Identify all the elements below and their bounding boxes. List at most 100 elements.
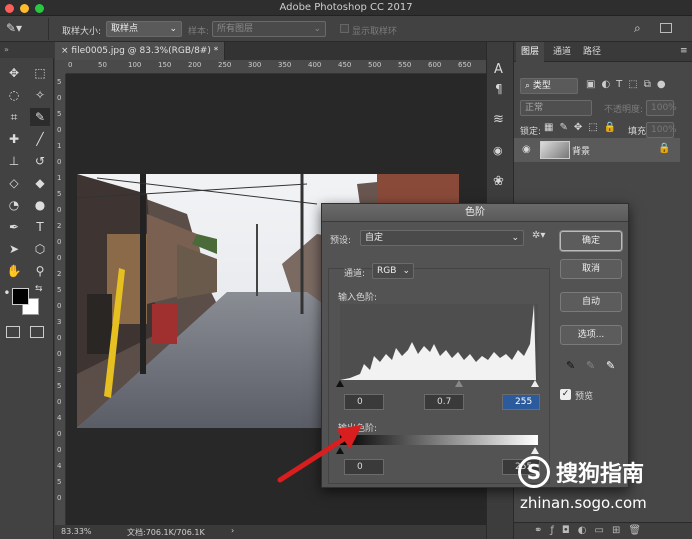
- close-tab-icon[interactable]: ×: [61, 46, 69, 56]
- vruler-tick-label: 0: [57, 94, 62, 102]
- document-tab[interactable]: × file0005.jpg @ 83.3%(RGB/8#) *: [55, 42, 225, 60]
- ruler-tick-label: 100: [128, 61, 142, 69]
- zoom-level[interactable]: 83.33%: [61, 527, 92, 536]
- paragraph-panel-icon[interactable]: ¶: [495, 82, 503, 96]
- hand-tool-icon[interactable]: ✋: [4, 262, 24, 280]
- vruler-tick-label: 5: [57, 382, 62, 390]
- paint-bucket-icon[interactable]: ◆: [30, 174, 50, 192]
- channel-label: 通道:: [344, 269, 366, 279]
- ruler-tick-label: 500: [368, 61, 382, 69]
- vruler-tick-label: 0: [57, 238, 62, 246]
- preview-checkbox[interactable]: ✓: [560, 389, 571, 400]
- vruler-tick-label: 0: [57, 446, 62, 454]
- ok-button[interactable]: 确定: [560, 231, 622, 251]
- quick-mask-icon[interactable]: [6, 326, 20, 338]
- dialog-title: 色阶: [322, 204, 628, 222]
- white-eyedropper-icon[interactable]: ✎: [606, 359, 615, 372]
- horizontal-ruler[interactable]: 0 50 100 150 200 250 300 350 400 450 500 550 600 650: [66, 60, 486, 74]
- ruler-tick-label: 150: [158, 61, 172, 69]
- black-eyedropper-icon[interactable]: ✎: [566, 359, 575, 372]
- vruler-tick-label: 0: [57, 158, 62, 166]
- sogou-logo-icon: S: [518, 456, 550, 488]
- layer-filter-label: 类型: [532, 81, 551, 91]
- white-point-slider[interactable]: [531, 380, 539, 387]
- histogram: [340, 304, 538, 380]
- input-slider-track[interactable]: [336, 380, 539, 390]
- input-gamma-field[interactable]: 0.7: [424, 394, 464, 410]
- sample-size-select[interactable]: 取样点 ⌄: [106, 21, 182, 37]
- vertical-ruler[interactable]: 5 0 5 0 1 0 1 5 0 2 0 0 2 5 0 3 0 0 3 5 0 4 0 0 4 5 0: [55, 74, 66, 525]
- show-ring-checkbox[interactable]: [340, 24, 349, 33]
- tools-panel: ✥ ⬚ ◌ ✧ ⌗ ✎ ✚ ╱ ⊥ ↺ ◇ ◆ ◔ ● ✒ T ➤ ⬡ ✋ ⚲ …: [0, 58, 54, 539]
- gear-icon[interactable]: ✲▾: [532, 230, 545, 241]
- info-menu-arrow-icon[interactable]: ›: [231, 526, 234, 535]
- input-black-field[interactable]: 0: [344, 394, 384, 410]
- preset-select[interactable]: 自定 ⌄: [360, 230, 524, 246]
- ruler-tick-label: 50: [98, 61, 107, 69]
- workspace-icon[interactable]: [660, 23, 672, 33]
- search-icon[interactable]: ⌕: [634, 21, 641, 36]
- tab-layers[interactable]: 图层: [516, 42, 545, 62]
- options-button[interactable]: 选项...: [560, 325, 622, 345]
- lock-icons[interactable]: ▦✎✥⬚🔒: [544, 122, 622, 133]
- shapes-panel-icon[interactable]: ❀: [493, 174, 504, 189]
- tab-paths[interactable]: 路径: [578, 42, 606, 62]
- auto-button[interactable]: 自动: [560, 292, 622, 312]
- fill-input[interactable]: 100%: [646, 122, 677, 138]
- gamma-slider[interactable]: [455, 380, 463, 387]
- blend-mode-select[interactable]: 正常: [520, 100, 592, 116]
- eyedropper-tool-icon[interactable]: ✎: [30, 108, 50, 126]
- layers-footer: ⚭ƒ◘◐▭⊞🗑: [514, 522, 692, 539]
- layer-actions-icons[interactable]: ⚭ƒ◘◐▭⊞🗑: [534, 525, 649, 536]
- blur-tool-icon[interactable]: ◔: [4, 196, 24, 214]
- layer-filter-select[interactable]: ⌕ 类型: [520, 78, 578, 94]
- ruler-tick-label: 550: [398, 61, 412, 69]
- opacity-input[interactable]: 100%: [646, 100, 677, 116]
- pen-tool-icon[interactable]: ✒: [4, 218, 24, 236]
- brush-tool-icon[interactable]: ╱: [30, 130, 50, 148]
- ruler-origin[interactable]: [55, 60, 66, 74]
- vruler-tick-label: 0: [57, 126, 62, 134]
- properties-panel-icon[interactable]: ◉: [493, 144, 503, 157]
- dodge-tool-icon[interactable]: ●: [30, 196, 50, 214]
- shape-tool-icon[interactable]: ⬡: [30, 240, 50, 258]
- swap-colors-icon[interactable]: ⇆: [35, 284, 43, 294]
- vruler-tick-label: 0: [57, 206, 62, 214]
- lasso-tool-icon[interactable]: ◌: [4, 86, 24, 104]
- layer-row-background[interactable]: ◉ 背景 🔒: [514, 138, 680, 162]
- gray-eyedropper-icon[interactable]: ✎: [586, 359, 595, 372]
- crop-tool-icon[interactable]: ⌗: [4, 108, 24, 126]
- marquee-tool-icon[interactable]: ⬚: [30, 64, 50, 82]
- quick-select-tool-icon[interactable]: ✧: [30, 86, 50, 104]
- sample-select[interactable]: 所有图层 ⌄: [212, 21, 326, 37]
- foreground-color-swatch[interactable]: [12, 288, 29, 305]
- lock-icon: 🔒: [658, 143, 671, 154]
- character-panel-icon[interactable]: A: [494, 62, 503, 77]
- stamp-tool-icon[interactable]: ⊥: [4, 152, 24, 170]
- eyedropper-tool-icon[interactable]: ✎▾: [6, 21, 22, 35]
- type-tool-icon[interactable]: T: [30, 218, 50, 236]
- tools-collapse-bar[interactable]: »: [0, 42, 54, 58]
- sample-size-label: 取样大小:: [62, 27, 102, 37]
- document-info[interactable]: 文档:706.1K/706.1K: [127, 527, 205, 538]
- path-select-icon[interactable]: ➤: [4, 240, 24, 258]
- chevron-down-icon: ⌄: [169, 24, 177, 34]
- layer-filter-icons[interactable]: ▣◐T⬚⧉●: [586, 79, 672, 90]
- layer-name: 背景: [572, 147, 591, 157]
- eraser-tool-icon[interactable]: ◇: [4, 174, 24, 192]
- eye-visibility-icon[interactable]: ◉: [522, 144, 531, 155]
- input-white-field[interactable]: 255: [502, 394, 540, 410]
- zoom-tool-icon[interactable]: ⚲: [30, 262, 50, 280]
- black-point-slider[interactable]: [336, 380, 344, 387]
- healing-brush-icon[interactable]: ✚: [4, 130, 24, 148]
- title-bar: Adobe Photoshop CC 2017: [0, 0, 692, 16]
- cancel-button[interactable]: 取消: [560, 259, 622, 279]
- screen-mode-icon[interactable]: [30, 326, 44, 338]
- channel-select[interactable]: RGB ⌄: [372, 263, 414, 279]
- options-bar: ✎▾ 取样大小: 取样点 ⌄ 样本: 所有图层 ⌄ 显示取样环 ⌕: [0, 16, 692, 42]
- history-brush-icon[interactable]: ↺: [30, 152, 50, 170]
- layers-stack-icon[interactable]: ≋: [493, 112, 504, 127]
- tab-channels[interactable]: 通道: [548, 42, 576, 62]
- move-tool-icon[interactable]: ✥: [4, 64, 24, 82]
- panel-menu-icon[interactable]: ≡: [680, 46, 688, 56]
